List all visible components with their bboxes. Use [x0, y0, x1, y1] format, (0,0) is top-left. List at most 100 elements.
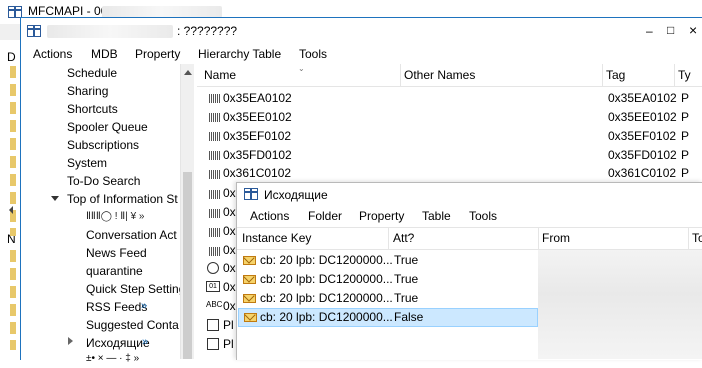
menu-tools[interactable]: Tools [299, 47, 327, 61]
menu-tools[interactable]: Tools [469, 209, 497, 223]
outbox-titlebar: Исходящие [237, 183, 702, 207]
partial-row-name[interactable]: 0x [223, 203, 236, 222]
scroll-up-arrow[interactable] [184, 70, 192, 75]
property-icon [209, 247, 220, 256]
left-letter-d: D [7, 50, 16, 64]
column-divider-3 [688, 228, 689, 249]
tree-item-rss-feeds[interactable]: RSS Feeds [86, 298, 147, 316]
menu-mdb[interactable]: MDB [91, 47, 118, 61]
partial-row-name[interactable]: 0x [223, 222, 236, 241]
tree-item-news-feed[interactable]: News Feed [86, 244, 147, 262]
property-icon [209, 228, 220, 237]
tree-item-spooler-queue[interactable]: Spooler Queue [67, 118, 148, 136]
partial-row-name[interactable]: 0x [223, 278, 236, 297]
instance-key: cb: 20 lpb: DC1200000... [260, 272, 393, 286]
tree-item-quarantine[interactable]: quarantine [86, 262, 143, 280]
column-header-to[interactable]: To [692, 228, 702, 248]
column-header-other-names[interactable]: Other Names [404, 65, 475, 85]
attachment-flag: True [394, 272, 419, 286]
properties-table-header: ⌄ Name Other Names Tag Ty [197, 64, 702, 87]
outbox-table-header: Instance Key Att? From To [237, 227, 702, 250]
binary-icon: 01 [206, 281, 220, 292]
tree-item-quick-step-settings[interactable]: Quick Step Setting [86, 280, 180, 298]
tree-item-top-of-information-store[interactable]: Top of Information St [67, 190, 180, 208]
window-icon [27, 25, 41, 37]
expand-collapse-icon[interactable] [51, 196, 59, 201]
property-icon [209, 113, 220, 122]
close-button[interactable]: × [689, 22, 697, 38]
front-title-redacted [47, 25, 173, 38]
minimize-button[interactable]: – [646, 24, 653, 38]
tree-item-schedule[interactable]: Schedule [67, 64, 117, 82]
outbox-menu-bar: Actions Folder Property Table Tools [237, 207, 702, 227]
selected-list-item[interactable]: cb: 20 lpb: DC1200000... False [238, 308, 538, 327]
attachment-flag: True [394, 291, 419, 305]
partial-row-name[interactable]: 0x [223, 184, 236, 203]
menu-table[interactable]: Table [422, 209, 451, 223]
row-tag: 0x35EF0102 [608, 129, 677, 143]
tree-item-system[interactable]: System [67, 154, 107, 172]
partial-row-name[interactable]: 0x [223, 259, 236, 278]
column-header-name[interactable]: Name [204, 65, 236, 85]
column-divider [400, 64, 401, 86]
tree-scrollbar[interactable] [180, 64, 194, 359]
row-type: P [681, 110, 690, 124]
menu-folder[interactable]: Folder [308, 209, 342, 223]
text-type-icon: ABC [206, 300, 223, 309]
instance-key: cb: 20 lpb: DC1200000... [260, 253, 393, 267]
chevron-right-icon: » [141, 300, 148, 312]
menu-hierarchy-table[interactable]: Hierarchy Table [198, 47, 281, 61]
property-icon [209, 209, 220, 218]
front-window-titlebar: : ???????? – □ × [21, 18, 702, 44]
left-scroll-arrow[interactable] [9, 206, 13, 214]
back-window-title: MFCMAPI - 06 [28, 4, 108, 18]
chevron-right-icon-2: » [142, 336, 149, 348]
partial-row-name[interactable]: Pl [223, 335, 234, 354]
tree-item-conversation-actions[interactable]: Conversation Act [86, 226, 180, 244]
instance-key: cb: 20 lpb: DC1200000... [260, 310, 393, 324]
column-divider [388, 228, 389, 249]
outbox-title: Исходящие [264, 188, 328, 202]
attachment-flag: True [394, 253, 419, 267]
row-name: 0x35FD0102 [223, 148, 292, 162]
tree-item-shortcuts[interactable]: Shortcuts [67, 100, 118, 118]
partial-row-name[interactable]: Pl [223, 316, 234, 335]
tree-item-todo-search[interactable]: To-Do Search [67, 172, 140, 190]
tree-item-suggested-contacts[interactable]: Suggested Conta [86, 316, 180, 334]
property-box-icon [207, 319, 219, 331]
from-to-redacted [538, 250, 702, 359]
front-menu-bar: Actions MDB Property Hierarchy Table Too… [21, 44, 702, 64]
scroll-thumb[interactable] [183, 172, 192, 359]
row-name: 0x35EE0102 [223, 110, 292, 124]
menu-property[interactable]: Property [359, 209, 404, 223]
column-divider-3 [674, 64, 675, 86]
envelope-icon [243, 275, 256, 284]
tree-item-sharing[interactable]: Sharing [67, 82, 108, 100]
expand-icon[interactable] [68, 337, 73, 345]
maximize-button[interactable]: □ [667, 23, 674, 37]
property-box-icon [207, 338, 219, 350]
column-header-instance-key[interactable]: Instance Key [242, 228, 311, 248]
row-name: 0x35EA0102 [223, 91, 292, 105]
partial-row-name[interactable]: 0x [223, 297, 236, 316]
row-type: P [681, 129, 690, 143]
menu-actions[interactable]: Actions [250, 209, 289, 223]
row-tag: 0x361C0102 [608, 166, 677, 178]
partial-row-name[interactable]: 0x [223, 241, 236, 260]
clock-icon [207, 262, 219, 274]
envelope-icon [243, 294, 256, 303]
property-icon [209, 94, 220, 103]
row-type: P [681, 148, 690, 162]
sort-indicator-icon: ⌄ [298, 64, 305, 73]
tree-item-glyph-folder-2[interactable]: ±• × — · ‡ » [86, 350, 139, 368]
column-header-from[interactable]: From [542, 228, 570, 248]
menu-property[interactable]: Property [135, 47, 180, 61]
column-header-tag[interactable]: Tag [606, 65, 625, 85]
property-icon [209, 151, 220, 160]
column-header-type[interactable]: Ty [678, 65, 691, 85]
menu-actions[interactable]: Actions [33, 47, 72, 61]
column-header-attachments[interactable]: Att? [393, 228, 414, 248]
row-name: 0x35EF0102 [223, 129, 292, 143]
tree-item-subscriptions[interactable]: Subscriptions [67, 136, 139, 154]
tree-item-glyph-folder[interactable]: ⅡⅡⅡ◯ ! Ⅱ| ¥ » [86, 208, 145, 226]
